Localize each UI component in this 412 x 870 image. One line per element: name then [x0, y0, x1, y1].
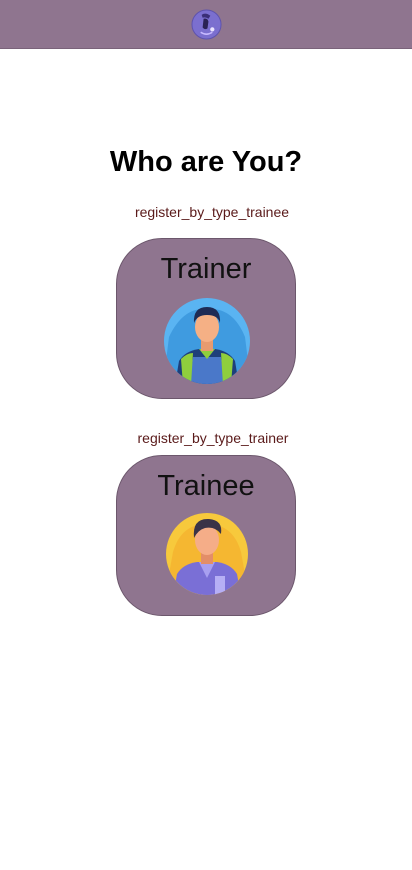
trainee-option-label: Trainee — [157, 470, 255, 502]
page-title: Who are You? — [109, 146, 303, 178]
trainer-option-card[interactable]: Trainer — [116, 238, 296, 399]
register-caption-trainee: register_by_type_trainee — [134, 204, 290, 220]
trainer-option-label: Trainer — [160, 253, 252, 285]
trainer-avatar-icon — [164, 298, 250, 384]
top-app-bar — [0, 0, 412, 49]
register-caption-trainer: register_by_type_trainer — [137, 430, 289, 446]
trainee-option-card[interactable]: Trainee — [116, 455, 296, 616]
trainee-avatar-icon — [166, 513, 248, 595]
app-logo-icon — [191, 9, 222, 40]
